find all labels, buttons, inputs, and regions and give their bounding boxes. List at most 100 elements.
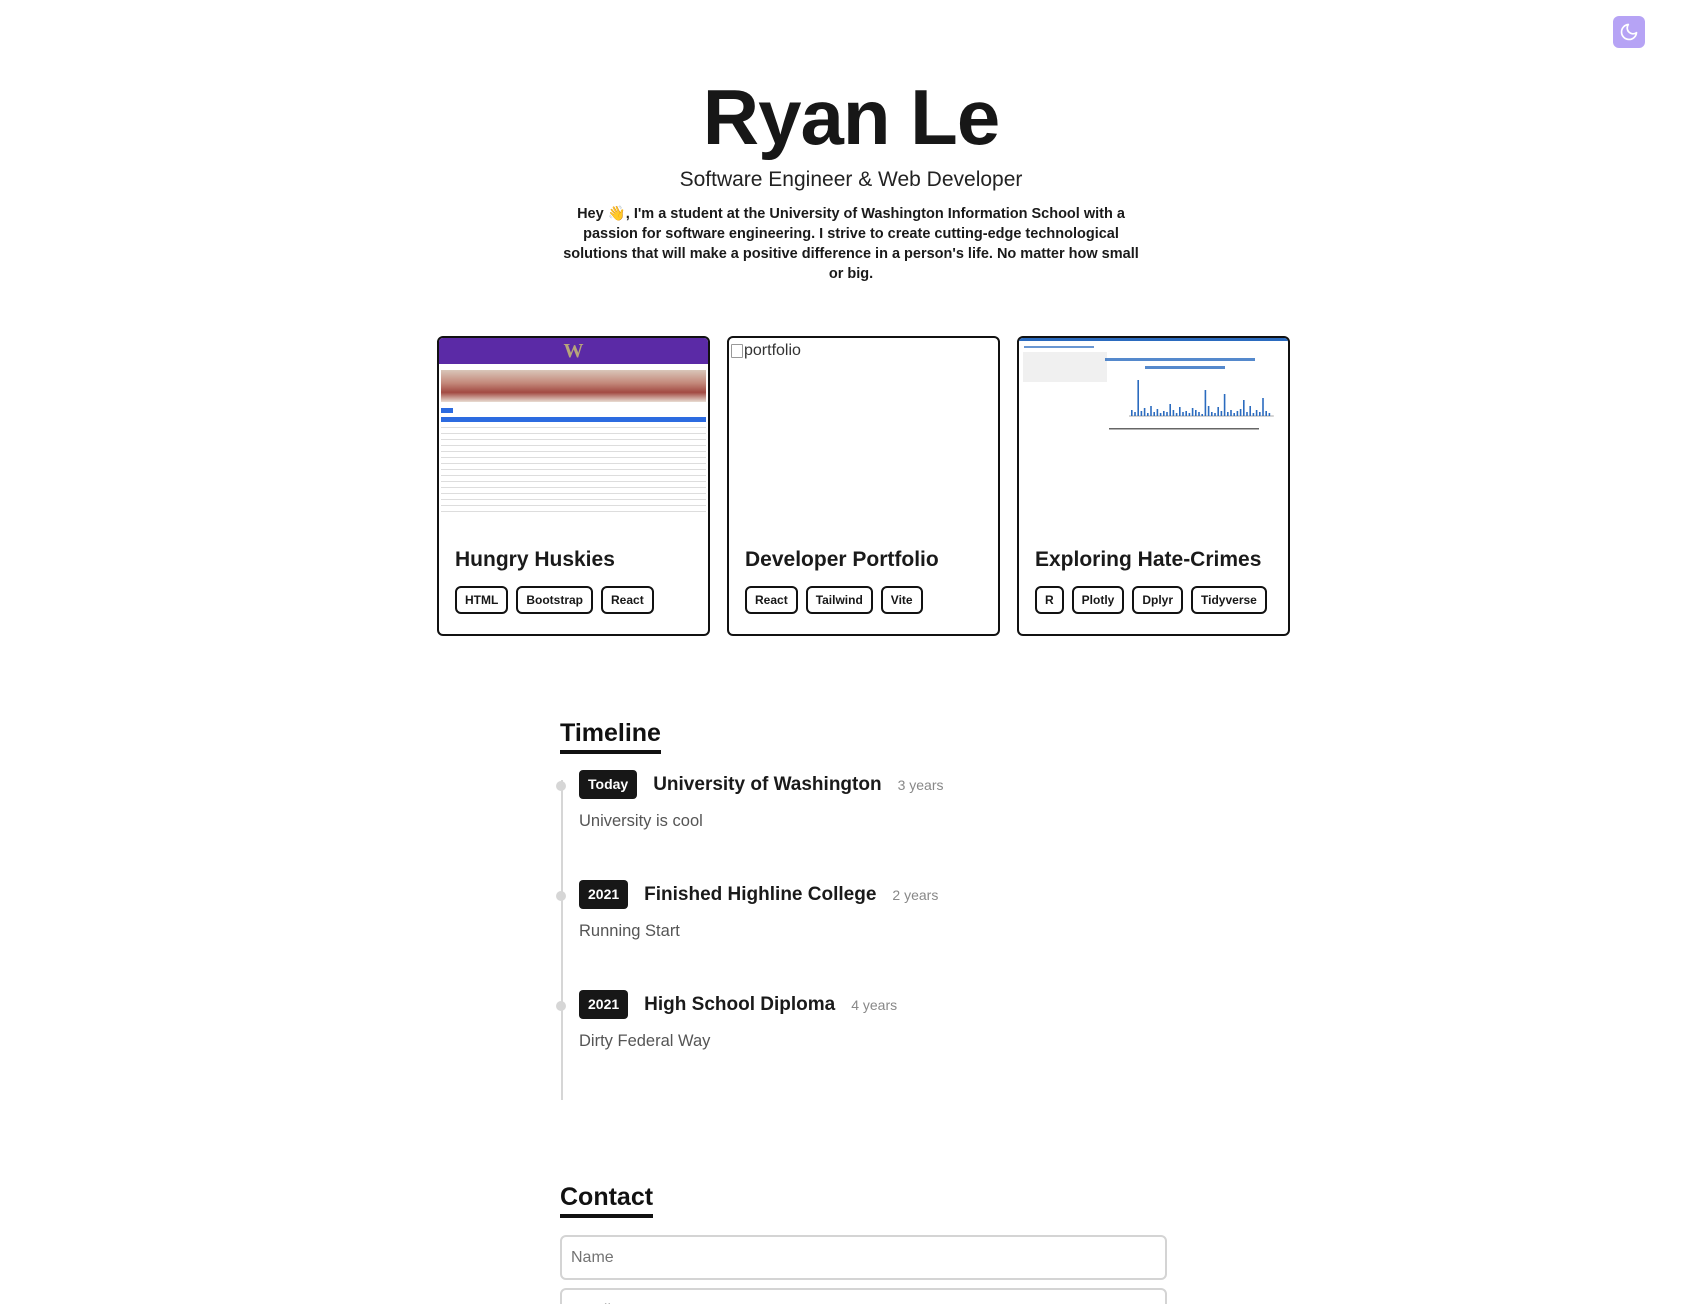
timeline-item-duration: 4 years <box>851 996 898 1013</box>
timeline-item-header: Today University of Washington 3 years <box>579 770 944 799</box>
tech-tag: Tailwind <box>805 586 873 614</box>
name-field[interactable] <box>560 1235 1167 1280</box>
project-card-exploring-hate-crimes[interactable]: Exploring Hate-Crimes R Plotly Dplyr Tid… <box>1017 336 1290 636</box>
thumbnail-chart-bar <box>1265 411 1267 416</box>
thumbnail-chart-bar <box>1230 410 1232 416</box>
thumbnail-chart-bar <box>1137 380 1139 416</box>
project-thumbnail <box>1019 338 1288 536</box>
image-alt-text: portfolio <box>744 342 801 359</box>
thumbnail-chart-bar <box>1211 412 1213 416</box>
thumbnail-chart-caption <box>1109 428 1259 430</box>
project-title: Hungry Huskies <box>455 548 615 571</box>
thumbnail-chart-bar <box>1153 412 1155 416</box>
project-card-hungry-huskies[interactable]: W Hungry Huskies HTML Bootstrap React <box>437 336 710 636</box>
thumbnail-table-row <box>441 475 706 476</box>
tech-tag: React <box>745 586 798 614</box>
theme-toggle-button[interactable] <box>1613 16 1645 48</box>
project-title: Developer Portfolio <box>745 548 939 571</box>
tech-tag: Plotly <box>1071 586 1125 614</box>
thumbnail-chart-bar <box>1159 413 1162 416</box>
thumbnail-chart-bar <box>1204 390 1207 416</box>
thumbnail-chart-bar <box>1150 406 1152 416</box>
thumbnail-chart-bar <box>1198 412 1200 416</box>
broken-image: portfolio <box>731 342 801 360</box>
broken-image-icon <box>731 344 743 358</box>
thumbnail-chart-bar <box>1185 411 1187 416</box>
thumbnail-chart-bar <box>1143 408 1146 416</box>
thumbnail-chart-bar <box>1201 414 1203 416</box>
thumbnail-table-row <box>441 451 706 452</box>
thumbnail-chart-bar <box>1233 413 1235 416</box>
thumbnail-chart-bar <box>1195 410 1197 416</box>
thumbnail-chart-bar <box>1134 412 1136 416</box>
uw-logo-letter: W <box>563 339 584 362</box>
thumbnail-chart-bar <box>1255 410 1258 416</box>
thumbnail-table-row <box>441 511 706 512</box>
thumbnail-chart-bar <box>1239 409 1242 416</box>
thumbnail-chart-bar <box>1175 413 1178 416</box>
thumbnail-chart-bar <box>1179 407 1181 416</box>
thumbnail-chart-bar <box>1243 400 1245 416</box>
tech-tag: Bootstrap <box>516 586 593 614</box>
email-field[interactable] <box>560 1288 1167 1304</box>
timeline-item-description: Running Start <box>579 922 680 940</box>
thumbnail-table-row <box>441 487 706 488</box>
thumbnail-chart-bar <box>1166 412 1168 416</box>
tech-tag: Vite <box>880 586 923 614</box>
tech-tag: React <box>601 586 654 614</box>
project-thumbnail: W <box>439 338 708 536</box>
thumbnail-chart-bar <box>1227 412 1229 416</box>
thumbnail-chart-bar <box>1169 404 1171 416</box>
timeline-item-description: Dirty Federal Way <box>579 1032 711 1050</box>
timeline-item-duration: 3 years <box>897 776 944 793</box>
thumbnail-chart-bar <box>1246 412 1248 416</box>
thumbnail-table-row <box>441 457 706 458</box>
thumbnail-table-row <box>441 439 706 440</box>
thumbnail-chart-heading <box>1145 366 1225 369</box>
project-tags: R Plotly Dplyr Tidyverse <box>1035 586 1288 614</box>
project-thumbnail: portfolio <box>729 338 998 536</box>
timeline-dot <box>556 891 566 901</box>
thumbnail-chart-bar <box>1214 413 1216 416</box>
project-card-developer-portfolio[interactable]: portfolio Developer Portfolio React Tail… <box>727 336 1000 636</box>
thumbnail-chart-bar <box>1172 410 1175 416</box>
thumbnail-table-row <box>441 463 706 464</box>
timeline-item-description: University is cool <box>579 812 703 830</box>
contact-heading: Contact <box>560 1180 654 1218</box>
thumbnail-chart-bar <box>1191 408 1194 416</box>
hero-bio: Hey 👋, I'm a student at the University o… <box>563 206 1139 282</box>
thumbnail-chart-bar <box>1182 412 1184 416</box>
uw-logo: W <box>439 338 708 364</box>
thumbnail-chart-bar <box>1156 409 1159 416</box>
thumbnail-button <box>441 408 453 413</box>
tech-tag: Dplyr <box>1132 586 1184 614</box>
thumbnail-table-header <box>441 417 706 422</box>
timeline-item-header: 2021 High School Diploma 4 years <box>579 990 897 1019</box>
timeline-badge: Today <box>579 770 638 799</box>
thumbnail-chart-bar <box>1236 411 1239 416</box>
thumbnail-table-row <box>441 445 706 446</box>
thumbnail-chart-bar <box>1140 411 1143 416</box>
project-title: Exploring Hate-Crimes <box>1035 548 1262 571</box>
timeline-item-title: Finished Highline College <box>644 883 877 905</box>
thumbnail-chart-bar <box>1163 411 1165 416</box>
hero-name: Ryan Le <box>702 73 1000 161</box>
thumbnail-table-row <box>441 427 706 428</box>
timeline-item-header: 2021 Finished Highline College 2 years <box>579 880 938 909</box>
tech-tag: R <box>1035 586 1064 614</box>
hero-section: Ryan Le Software Engineer & Web Develope… <box>0 72 1702 284</box>
thumbnail-photo <box>441 370 706 402</box>
thumbnail-table-row <box>441 499 706 500</box>
tech-tag: Tidyverse <box>1191 586 1267 614</box>
thumbnail-table-row <box>441 493 706 494</box>
thumbnail-table-row <box>441 481 706 482</box>
thumbnail-bar-chart <box>1105 358 1274 430</box>
tech-tag: HTML <box>455 586 509 614</box>
moon-icon <box>1620 23 1638 41</box>
thumbnail-chart-bar <box>1131 410 1133 416</box>
timeline-item-title: High School Diploma <box>644 993 836 1015</box>
timeline-badge: 2021 <box>579 990 629 1019</box>
timeline-heading: Timeline <box>560 716 661 754</box>
thumbnail-chart-bar <box>1249 406 1251 416</box>
thumbnail-chart-heading <box>1105 358 1255 361</box>
